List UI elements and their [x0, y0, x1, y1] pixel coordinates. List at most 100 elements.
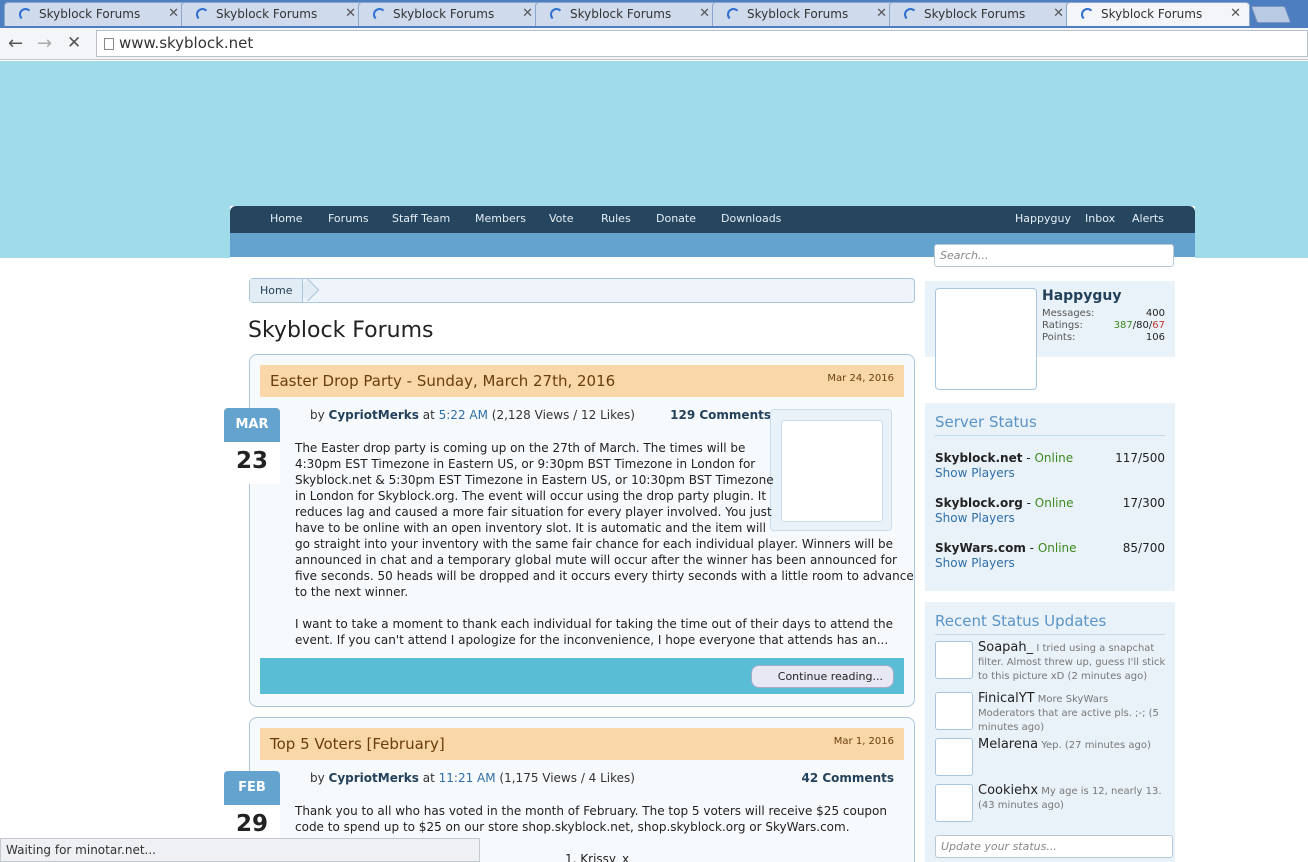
- status-update-input[interactable]: Update your status...: [935, 835, 1173, 858]
- server-status: Online: [1034, 496, 1074, 510]
- comments-link[interactable]: 129 Comments: [670, 408, 771, 422]
- post-stats: (1,175 Views / 4 Likes): [499, 771, 635, 785]
- status-author[interactable]: Melarena: [978, 737, 1038, 752]
- server-row: Skyblock.net - Online 117/500 Show Playe…: [935, 451, 1165, 480]
- page-icon: [104, 38, 114, 50]
- status-author[interactable]: FinicalYT: [978, 691, 1035, 706]
- body-line: 4:30pm EST Timezone in Eastern US, or 9:…: [295, 457, 756, 471]
- by-label: by: [310, 771, 325, 785]
- stop-loading-icon[interactable]: ✕: [67, 33, 81, 53]
- show-players-link[interactable]: Show Players: [935, 556, 1165, 570]
- browser-tab[interactable]: Skyblock Forums ✕: [712, 2, 896, 26]
- avatar[interactable]: [935, 738, 973, 776]
- post-author[interactable]: CypriotMerks: [329, 408, 419, 422]
- browser-tab[interactable]: Skyblock Forums ✕: [889, 2, 1073, 26]
- close-tab-icon[interactable]: ✕: [1230, 6, 1241, 21]
- player-count: 117/500: [1115, 451, 1165, 465]
- loading-spinner-icon: [19, 8, 32, 21]
- close-tab-icon[interactable]: ✕: [345, 6, 356, 21]
- nav-home[interactable]: Home: [270, 212, 302, 225]
- body-line: go straight into your inventory with the…: [295, 537, 894, 551]
- ratings-positive: 387: [1113, 320, 1133, 331]
- post-byline: by CypriotMerks at 5:22 AM (2,128 Views …: [310, 408, 635, 422]
- ratings-neutral: 80: [1136, 320, 1149, 331]
- browser-toolbar: ← → ✕ www.skyblock.net: [0, 28, 1308, 60]
- post-author[interactable]: CypriotMerks: [329, 771, 419, 785]
- at-label: at: [422, 771, 435, 785]
- status-author[interactable]: Soapah_: [978, 640, 1033, 655]
- close-tab-icon[interactable]: ✕: [1053, 6, 1064, 21]
- nav-forums[interactable]: Forums: [328, 212, 369, 225]
- post-time[interactable]: 5:22 AM: [439, 408, 488, 422]
- recent-status-heading: Recent Status Updates: [935, 612, 1165, 635]
- new-tab-button[interactable]: [1250, 6, 1292, 23]
- status-message: Yep. (27 minutes ago): [1041, 740, 1151, 751]
- close-tab-icon[interactable]: ✕: [522, 6, 533, 21]
- forward-arrow-icon[interactable]: →: [37, 33, 52, 54]
- back-arrow-icon[interactable]: ←: [8, 33, 23, 54]
- body-line: The Easter drop party is coming up on th…: [295, 441, 746, 455]
- tab-title: Skyblock Forums: [393, 7, 495, 21]
- post-byline: by CypriotMerks at 11:21 AM (1,175 Views…: [310, 771, 635, 785]
- nav-account[interactable]: Happyguy: [1015, 212, 1071, 225]
- avatar[interactable]: [935, 784, 973, 822]
- avatar[interactable]: [935, 288, 1037, 390]
- continue-reading-button[interactable]: Continue reading...: [750, 665, 894, 688]
- show-players-link[interactable]: Show Players: [935, 466, 1165, 480]
- body-line: event. If you can't attend I apologize f…: [295, 633, 889, 647]
- loading-spinner-icon: [550, 8, 563, 21]
- body-line: announced in chat and a temporary global…: [295, 553, 897, 567]
- nav-vote[interactable]: Vote: [549, 212, 573, 225]
- page-title: Skyblock Forums: [248, 318, 434, 343]
- browser-tab[interactable]: Skyblock Forums ✕: [358, 2, 542, 26]
- username[interactable]: Happyguy: [1042, 288, 1121, 304]
- nav-staff-team[interactable]: Staff Team: [392, 212, 450, 225]
- post-title[interactable]: Top 5 Voters [February]: [270, 735, 445, 753]
- show-players-link[interactable]: Show Players: [935, 511, 1165, 525]
- nav-rules[interactable]: Rules: [601, 212, 631, 225]
- breadcrumb-home[interactable]: Home: [250, 279, 304, 302]
- server-name: Skyblock.net: [935, 451, 1023, 465]
- player-count: 85/700: [1122, 541, 1165, 555]
- browser-status-bar: Waiting for minotar.net...: [0, 838, 480, 862]
- close-tab-icon[interactable]: ✕: [699, 6, 710, 21]
- news-post: Easter Drop Party - Sunday, March 27th, …: [249, 354, 915, 707]
- tab-title: Skyblock Forums: [216, 7, 318, 21]
- tab-title: Skyblock Forums: [924, 7, 1026, 21]
- server-row: Skyblock.org - Online 17/300 Show Player…: [935, 496, 1165, 525]
- avatar[interactable]: [935, 692, 973, 730]
- nav-donate[interactable]: Donate: [656, 212, 696, 225]
- nav-members[interactable]: Members: [475, 212, 526, 225]
- browser-tab[interactable]: Skyblock Forums ✕: [4, 2, 188, 26]
- nav-downloads[interactable]: Downloads: [721, 212, 781, 225]
- nav-alerts[interactable]: Alerts: [1132, 212, 1164, 225]
- server-name: Skyblock.org: [935, 496, 1023, 510]
- close-tab-icon[interactable]: ✕: [876, 6, 887, 21]
- nav-inbox[interactable]: Inbox: [1085, 212, 1115, 225]
- body-line: [295, 600, 914, 616]
- body-line: Skyblock.net & 5:30pm EST Timezone in Ea…: [295, 473, 774, 487]
- body-line: I want to take a moment to thank each in…: [295, 617, 894, 631]
- body-line: code to spend up to $25 on our store sho…: [295, 820, 850, 834]
- stat-value: 400: [1145, 308, 1165, 319]
- avatar[interactable]: [935, 641, 973, 679]
- browser-tab[interactable]: Skyblock Forums ✕: [181, 2, 365, 26]
- stat-label: Points:: [1042, 332, 1076, 343]
- breadcrumb: Home: [249, 278, 915, 303]
- post-time[interactable]: 11:21 AM: [439, 771, 496, 785]
- browser-tab-active[interactable]: Skyblock Forums ✕: [1066, 2, 1250, 26]
- status-author[interactable]: Cookiehx: [978, 783, 1038, 798]
- post-date: Mar 24, 2016: [827, 373, 894, 384]
- comments-link[interactable]: 42 Comments: [802, 771, 895, 785]
- body-line: Thank you to all who has voted in the mo…: [295, 804, 887, 818]
- search-input[interactable]: Search...: [934, 244, 1174, 267]
- server-row: SkyWars.com - Online 85/700 Show Players: [935, 541, 1165, 570]
- post-title[interactable]: Easter Drop Party - Sunday, March 27th, …: [270, 372, 615, 390]
- loading-spinner-icon: [1081, 8, 1094, 21]
- tab-title: Skyblock Forums: [747, 7, 849, 21]
- post-footer: Continue reading...: [260, 658, 904, 694]
- close-tab-icon[interactable]: ✕: [168, 6, 179, 21]
- browser-tab[interactable]: Skyblock Forums ✕: [535, 2, 719, 26]
- address-bar[interactable]: www.skyblock.net: [96, 30, 1308, 57]
- tab-title: Skyblock Forums: [1101, 7, 1203, 21]
